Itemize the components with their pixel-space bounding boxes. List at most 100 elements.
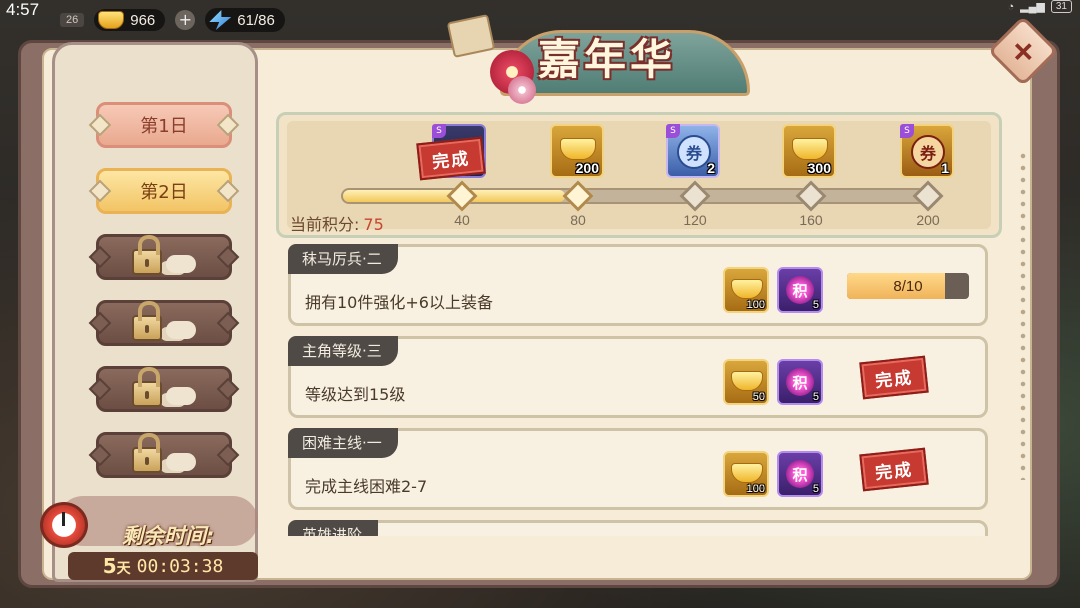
reward-qty: 2 [707,160,715,176]
lightning-icon [209,10,232,30]
day-tab-label: 第1日 [140,116,188,137]
day-tab-label: 第2日 [140,182,188,203]
milestone-label: 120 [683,212,707,228]
task-list[interactable]: 秣马厉兵·二 拥有10件强化+6以上装备 100 积 5 8/10 主角等级·三… [276,240,1002,536]
task-reward-score[interactable]: 积 5 [777,267,823,313]
side-decoration [1018,150,1028,480]
rarity-badge: S [900,124,914,138]
timer-label: 剩余时间: [122,524,215,548]
score-token-icon: 积 [786,276,814,304]
task-reward-gold[interactable]: 50 [723,359,769,405]
milestone-label: 40 [454,212,470,228]
lock-icon [132,433,162,473]
ticket-icon: 券 [677,135,711,169]
lock-icon [132,367,162,407]
completed-stamp: 完成 [416,136,486,181]
reward-qty: 100 [746,483,765,495]
task-row: 主角等级·三 等级达到15级 50 积 5 完成 [288,336,988,418]
milestone-label: 160 [799,212,823,228]
day-tab-5-locked[interactable] [96,366,232,412]
gold-ingot-icon [731,371,763,391]
reward-qty: 1 [941,160,949,176]
energy-counter: 61/86 [205,8,285,32]
page-title: 嘉年华 [538,35,677,84]
status-indicators: ◔ ▂▄▆ 31 [1007,0,1072,13]
gold-ingot-icon [731,463,763,483]
reward-qty: 5 [812,391,819,403]
plum-flower-icon [508,76,536,104]
day-tab-3-locked[interactable] [96,234,232,280]
timer-days: 5天 [102,554,131,578]
task-description: 等级达到15级 [305,385,406,404]
player-level: 26 [60,13,85,27]
gold-ingot-icon [792,138,828,160]
gold-ingot-icon [731,279,763,299]
lock-icon [132,235,162,275]
reward-qty: 300 [807,160,831,176]
task-tag: 秣马厉兵·二 [288,244,398,274]
day-tab-4-locked[interactable] [96,300,232,346]
completed-stamp: 完成 [859,355,929,400]
completed-stamp: 完成 [859,447,929,492]
reward-qty: 50 [752,391,765,403]
reward-qty: 100 [746,299,765,311]
task-description: 拥有10件强化+6以上装备 [305,293,493,312]
task-tag: 主角等级·三 [288,336,398,366]
task-row: 困难主线·一 完成主线困难2-7 100 积 5 完成 [288,428,988,510]
score-progress-bar [341,188,931,204]
gold-counter: 966 [94,9,166,31]
gold-amount: 966 [130,11,156,29]
ticket-icon: 券 [911,135,945,169]
task-row: 秣马厉兵·二 拥有10件强化+6以上装备 100 积 5 8/10 [288,244,988,326]
current-score-label: 当前积分: [290,215,360,234]
task-reward-gold[interactable]: 100 [723,267,769,313]
energy-amount: 61/86 [237,11,275,29]
rarity-badge: S [666,124,680,138]
reward-qty: 200 [575,160,599,176]
score-token-icon: 积 [786,460,814,488]
milestone-label: 200 [916,212,940,228]
cloud-icon [166,321,196,339]
add-gold-button[interactable]: + [175,10,196,30]
task-progress-bar: 8/10 [847,273,969,299]
task-row: 英雄进阶 [288,520,988,536]
rarity-badge: S [432,124,446,138]
task-progress-text: 8/10 [893,277,923,295]
task-reward-gold[interactable]: 100 [723,451,769,497]
title-banner: 嘉年华 [440,4,810,104]
timer-clock: 00:03:38 [136,555,224,577]
cloud-icon [166,255,196,273]
reward-chest-160[interactable]: 300 [782,124,836,178]
current-score-value: 75 [363,215,384,234]
scroll-decoration [446,14,496,58]
lock-icon [132,301,162,341]
day-tab-2[interactable]: 第2日 [96,168,232,214]
reward-chest-80[interactable]: 200 [550,124,604,178]
battery-icon: 31 [1050,0,1072,13]
cloud-icon [166,453,196,471]
task-tag: 英雄进阶 [288,520,379,536]
remaining-time: 剩余时间: 5天 00:03:38 [40,486,258,586]
reward-qty: 5 [812,483,819,495]
reward-qty: 5 [812,299,819,311]
status-time: 4:57 [6,0,40,19]
day-tab-1[interactable]: 第1日 [96,102,232,148]
resource-bar: 26 966 + 61/86 [60,6,285,34]
score-progress-panel [276,112,1002,238]
timer-countdown: 5天 00:03:38 [68,552,258,580]
milestone-label: 80 [570,212,586,228]
progress-inner [287,121,991,229]
cloud-icon [166,387,196,405]
task-tag: 困难主线·一 [288,428,398,458]
reward-chest-200[interactable]: S 券 1 [900,124,954,178]
current-score: 当前积分: 75 [290,211,384,235]
clock-hand [62,512,65,526]
gold-ingot-icon [98,11,125,29]
day-tab-6-locked[interactable] [96,432,232,478]
task-reward-score[interactable]: 积 5 [777,451,823,497]
signal-icon: ▂▄▆ [1020,1,1045,13]
task-reward-score[interactable]: 积 5 [777,359,823,405]
task-description: 完成主线困难2-7 [305,477,428,496]
reward-chest-120[interactable]: S 券 2 [666,124,720,178]
wifi-icon: ◔ [1007,0,1015,13]
